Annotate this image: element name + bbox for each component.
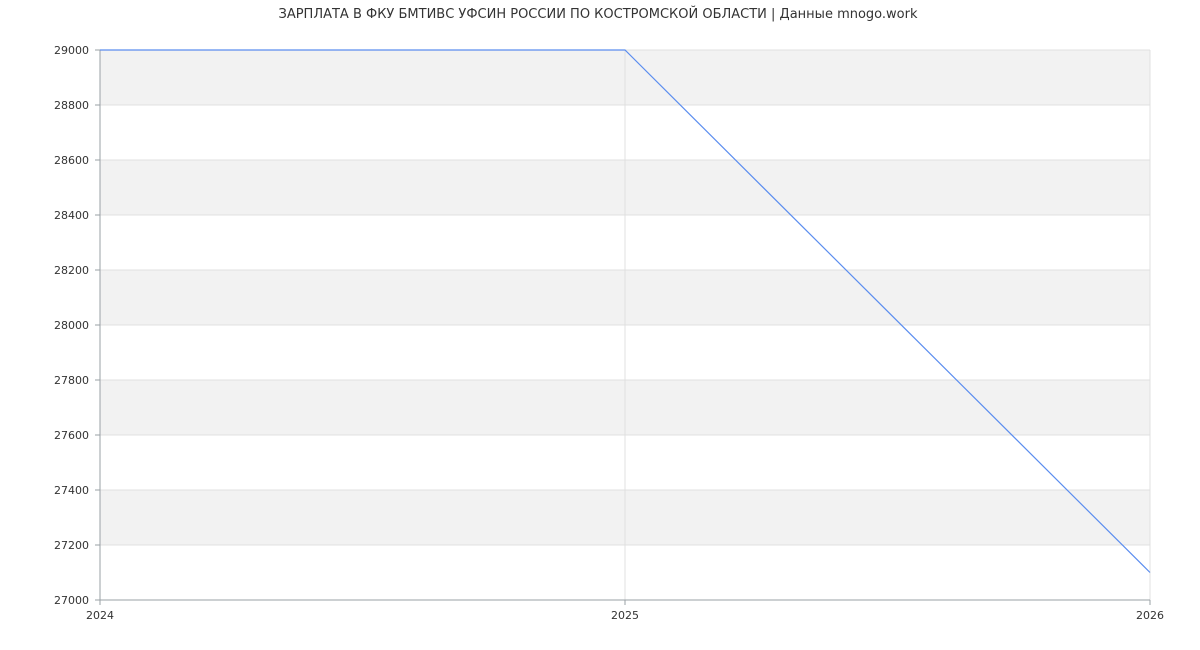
y-tick-label: 27200 <box>54 539 89 552</box>
y-tick-label: 27000 <box>54 594 89 607</box>
y-tick-label: 27800 <box>54 374 89 387</box>
y-tick-label: 28600 <box>54 154 89 167</box>
y-tick-label: 28800 <box>54 99 89 112</box>
y-tick-label: 28000 <box>54 319 89 332</box>
y-tick-label: 27400 <box>54 484 89 497</box>
y-tick-label: 27600 <box>54 429 89 442</box>
chart-title: ЗАРПЛАТА В ФКУ БМТИВС УФСИН РОССИИ ПО КО… <box>278 6 917 22</box>
y-tick-label: 28400 <box>54 209 89 222</box>
chart-container: ЗАРПЛАТА В ФКУ БМТИВС УФСИН РОССИИ ПО КО… <box>0 0 1200 650</box>
y-axis-ticks: 27000 27200 27400 27600 27800 28000 28200 28400… <box>54 44 100 607</box>
line-chart: ЗАРПЛАТА В ФКУ БМТИВС УФСИН РОССИИ ПО КО… <box>54 6 1164 622</box>
y-tick-label: 29000 <box>54 44 89 57</box>
x-axis-ticks: 2024 2025 2026 <box>86 600 1164 622</box>
x-tick-label: 2026 <box>1136 609 1164 622</box>
y-tick-label: 28200 <box>54 264 89 277</box>
x-tick-label: 2025 <box>611 609 639 622</box>
x-tick-label: 2024 <box>86 609 114 622</box>
